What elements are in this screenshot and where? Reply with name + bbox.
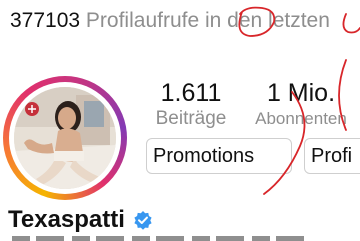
story-ring[interactable]	[3, 76, 127, 200]
promotions-button[interactable]: Promotions	[146, 138, 292, 174]
posts-stat[interactable]: 1.611 Beiträge	[146, 78, 236, 130]
posts-count: 1.611	[160, 79, 222, 107]
username-row: Texaspatti	[8, 205, 153, 235]
username: Texaspatti	[8, 206, 125, 233]
avatar[interactable]	[14, 87, 116, 189]
profile-views-banner[interactable]: 377103 Profilaufrufe in den letzten	[10, 6, 360, 36]
bio-cutoff-text	[12, 236, 312, 241]
profile-views-count: 377103	[10, 9, 81, 32]
instagram-profile-screen: 377103 Profilaufrufe in den letzten 1.61…	[0, 0, 360, 241]
avatar-photo	[14, 87, 116, 189]
verified-badge-icon	[134, 211, 152, 230]
edit-profile-button[interactable]: Profi	[304, 138, 360, 174]
followers-count: 1 Mio.	[266, 79, 336, 107]
posts-label: Beiträge	[155, 108, 227, 129]
profile-views-label: Profilaufrufe in den letzten	[85, 9, 330, 32]
followers-stat[interactable]: 1 Mio. Abonnenten	[240, 78, 360, 130]
followers-label: Abonnenten	[255, 109, 347, 128]
